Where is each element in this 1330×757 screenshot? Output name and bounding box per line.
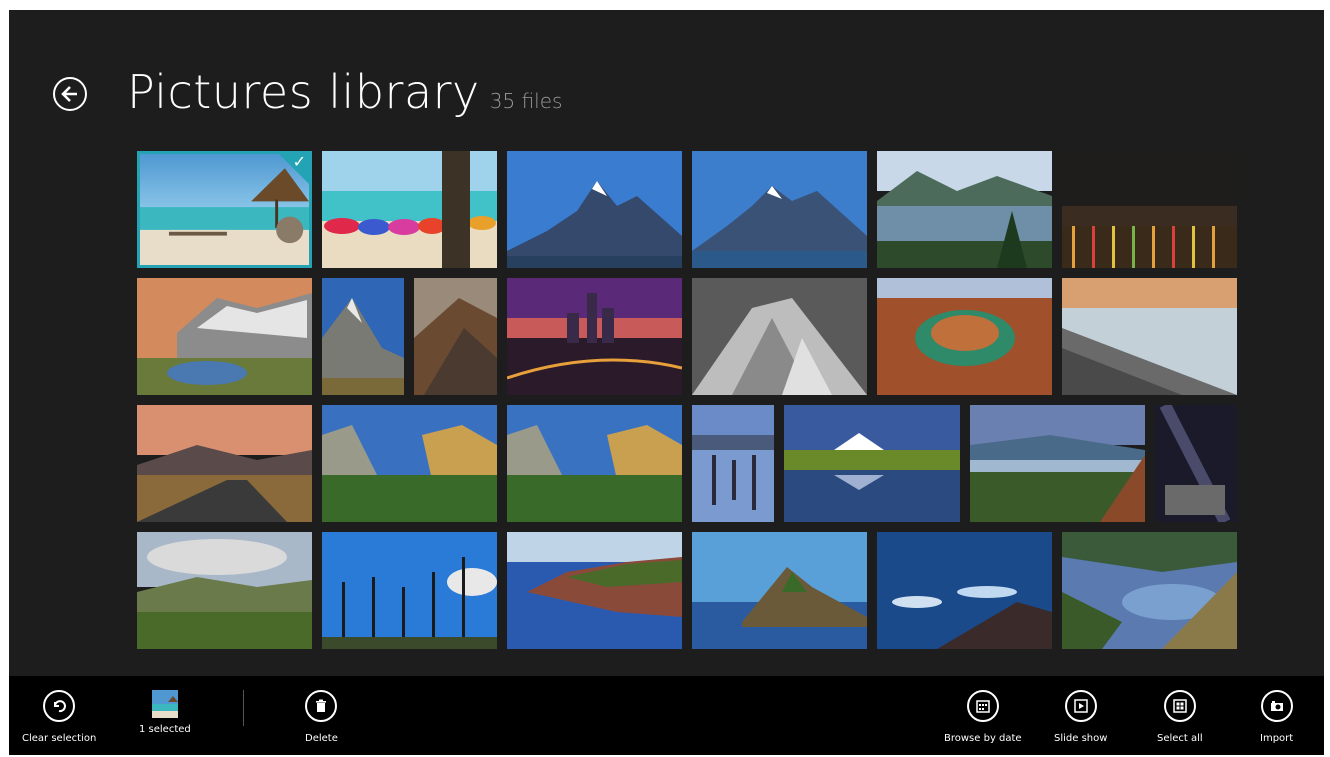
select-all-icon <box>1163 690 1196 722</box>
select-all-label: Select all <box>1157 733 1203 744</box>
photo-mountain-range-lake <box>692 151 867 268</box>
photo-tile-milky-way[interactable] <box>1155 405 1237 522</box>
photo-tile-river-gorge[interactable] <box>970 405 1145 522</box>
calendar-icon <box>966 690 999 722</box>
photo-tile-mountain-lake-forest[interactable] <box>877 151 1052 268</box>
browse-by-date-label: Browse by date <box>944 733 1022 744</box>
photo-tile-horseshoe-canyon[interactable] <box>877 278 1052 395</box>
appbar-divider <box>243 690 244 726</box>
back-button[interactable] <box>53 77 87 111</box>
photo-city-lights-night <box>1062 151 1237 268</box>
photo-mountain-range <box>507 151 682 268</box>
page-title: Pictures library 35 files <box>127 65 562 119</box>
photo-tile-beach-kayaks[interactable] <box>322 151 497 268</box>
photo-desert-highway <box>137 405 312 522</box>
photo-tile-rocky-coastline[interactable] <box>1062 278 1237 395</box>
photo-mountain-lake-forest <box>877 151 1052 268</box>
photo-yosemite-valley-2 <box>507 405 682 522</box>
photo-tile-pier-pilings[interactable] <box>692 405 774 522</box>
import-button[interactable]: Import <box>1260 690 1293 744</box>
play-icon <box>1064 690 1097 722</box>
photo-tile-mountain-peak-sky[interactable] <box>322 278 404 395</box>
screen: Pictures library 35 files ✓ Clear select… <box>9 10 1324 755</box>
trash-icon <box>305 690 338 722</box>
back-arrow-icon <box>61 86 77 102</box>
photo-tile-beach-hut[interactable]: ✓ <box>137 151 312 268</box>
photo-tile-yosemite-valley[interactable] <box>322 405 497 522</box>
photo-tile-mountain-range-lake[interactable] <box>692 151 867 268</box>
photo-tile-island-rock[interactable] <box>692 532 867 649</box>
photo-tile-city-skyline-dusk[interactable] <box>507 278 682 395</box>
photo-tile-volcano-bw[interactable] <box>692 278 867 395</box>
photo-coastal-cliffs <box>507 532 682 649</box>
photo-snowy-rocks-pond <box>137 278 312 395</box>
file-count: 35 files <box>489 89 563 113</box>
clear-selection-button[interactable]: Clear selection <box>22 690 96 744</box>
photo-island-rock <box>692 532 867 649</box>
photo-green-valley <box>137 532 312 649</box>
photo-tile-city-lights-night[interactable] <box>1062 151 1237 268</box>
undo-icon <box>43 690 76 722</box>
photo-tile-desert-highway[interactable] <box>137 405 312 522</box>
photo-snow-mountain-lake <box>784 405 960 522</box>
photo-city-skyline-dusk <box>507 278 682 395</box>
title-text: Pictures library <box>127 65 480 119</box>
photo-rocky-coastline <box>1062 278 1237 395</box>
browse-by-date-button[interactable]: Browse by date <box>944 690 1022 744</box>
select-all-button[interactable]: Select all <box>1157 690 1203 744</box>
photo-pier-pilings <box>692 405 774 522</box>
slide-show-label: Slide show <box>1054 733 1108 744</box>
photo-rock-formation <box>414 278 497 395</box>
photo-tile-waves-rocks[interactable] <box>877 532 1052 649</box>
photo-beach-kayaks <box>322 151 497 268</box>
delete-label: Delete <box>305 733 338 744</box>
selected-thumbnail <box>151 690 178 718</box>
photo-horseshoe-canyon <box>877 278 1052 395</box>
app-bar: Clear selection 1 selected Delete Browse… <box>9 676 1324 755</box>
photo-tile-snow-mountain-lake[interactable] <box>784 405 960 522</box>
clear-selection-label: Clear selection <box>22 733 97 744</box>
photo-yosemite-valley <box>322 405 497 522</box>
photo-mountain-peak-sky <box>322 278 404 395</box>
slide-show-button[interactable]: Slide show <box>1054 690 1107 744</box>
selected-count-label: 1 selected <box>139 724 191 735</box>
photo-tile-mountain-range[interactable] <box>507 151 682 268</box>
photo-tile-palm-trees[interactable] <box>322 532 497 649</box>
photo-tile-snowy-rocks-pond[interactable] <box>137 278 312 395</box>
selected-items-button[interactable]: 1 selected <box>139 690 191 735</box>
photo-tile-yosemite-valley-2[interactable] <box>507 405 682 522</box>
photo-tile-coastal-cliffs[interactable] <box>507 532 682 649</box>
camera-import-icon <box>1260 690 1293 722</box>
checkmark-icon: ✓ <box>292 152 306 171</box>
photo-coastal-hills <box>1062 532 1237 649</box>
photo-tile-coastal-hills[interactable] <box>1062 532 1237 649</box>
photo-milky-way <box>1155 405 1237 522</box>
photo-tile-rock-formation[interactable] <box>414 278 497 395</box>
photo-waves-rocks <box>877 532 1052 649</box>
photo-tile-green-valley[interactable] <box>137 532 312 649</box>
photo-river-gorge <box>970 405 1145 522</box>
delete-button[interactable]: Delete <box>305 690 338 744</box>
photo-palm-trees <box>322 532 497 649</box>
import-label: Import <box>1260 733 1294 744</box>
photo-volcano-bw <box>692 278 867 395</box>
